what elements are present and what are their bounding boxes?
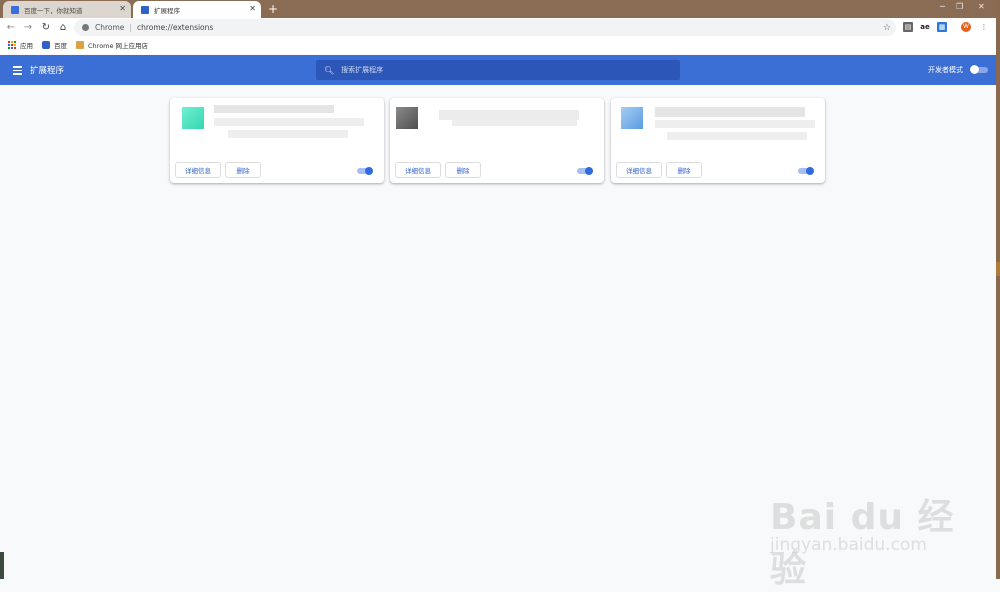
- site-info-icon[interactable]: [82, 24, 89, 31]
- desktop-edge-mark: [996, 262, 1000, 276]
- desktop-background-strip: [996, 0, 1000, 579]
- menu-kebab-icon[interactable]: ⋮: [979, 22, 989, 32]
- bookmark-label: 应用: [20, 42, 33, 50]
- tab-strip: 百度一下，你就知道 ✕ 扩展程序 ✕ + ─ ❐ ✕: [0, 0, 996, 18]
- dev-mode-toggle[interactable]: [970, 65, 988, 74]
- restore-icon[interactable]: ❐: [956, 2, 963, 11]
- remove-button[interactable]: 删除: [225, 162, 261, 178]
- site-label: Chrome: [95, 23, 125, 32]
- forward-icon[interactable]: →: [22, 21, 34, 34]
- tab-label: 百度一下，你就知道: [24, 6, 83, 15]
- search-placeholder: 搜索扩展程序: [341, 66, 384, 74]
- extension-card: 详细信息 删除: [170, 98, 384, 183]
- tab-baidu[interactable]: 百度一下，你就知道 ✕: [3, 1, 131, 18]
- extension-desc-blurred: [655, 120, 815, 128]
- extension-icon: [182, 107, 204, 129]
- page-title: 扩展程序: [30, 66, 65, 76]
- hamburger-menu-icon[interactable]: [13, 66, 22, 77]
- extension-icon: [621, 107, 643, 129]
- details-button[interactable]: 详细信息: [395, 162, 441, 178]
- close-icon[interactable]: ✕: [119, 4, 126, 13]
- close-icon[interactable]: ✕: [249, 4, 256, 13]
- url-text[interactable]: chrome://extensions: [137, 23, 213, 32]
- details-button[interactable]: 详细信息: [175, 162, 221, 178]
- extension-desc-blurred: [452, 120, 577, 126]
- bookmark-apps[interactable]: 应用: [8, 40, 33, 50]
- search-icon: 🔍︎: [324, 65, 335, 75]
- extension-desc-blurred: [214, 118, 364, 126]
- bookmark-label: Chrome 网上应用店: [88, 42, 149, 50]
- address-separator: |: [129, 23, 132, 32]
- minimize-icon[interactable]: ─: [940, 2, 945, 11]
- bookmark-label: 百度: [54, 42, 67, 50]
- home-icon[interactable]: ⌂: [57, 21, 69, 34]
- toggle-knob: [585, 167, 593, 175]
- extension-desc-blurred: [228, 130, 348, 138]
- extension-card: 详细信息 删除: [390, 98, 604, 183]
- extension-icon[interactable]: ▦: [937, 22, 947, 32]
- extension-icon[interactable]: ae: [920, 22, 930, 32]
- new-tab-button[interactable]: +: [266, 1, 280, 17]
- close-window-icon[interactable]: ✕: [978, 2, 985, 11]
- tab-extensions[interactable]: 扩展程序 ✕: [133, 1, 261, 18]
- bookmarks-bar: 应用 百度 Chrome 网上应用店: [0, 37, 996, 54]
- tab-label: 扩展程序: [154, 6, 180, 15]
- webstore-icon: [76, 41, 84, 49]
- back-icon[interactable]: ←: [5, 21, 17, 34]
- screen-edge-decoration: [0, 552, 4, 579]
- enable-toggle[interactable]: [577, 167, 593, 175]
- bookmark-webstore[interactable]: Chrome 网上应用店: [76, 40, 148, 50]
- enable-toggle[interactable]: [798, 167, 814, 175]
- apps-grid-icon: [8, 41, 16, 49]
- address-bar[interactable]: Chrome | chrome://extensions ☆: [74, 19, 896, 36]
- extensions-header: 扩展程序 🔍︎ 搜索扩展程序 开发者模式: [0, 55, 996, 85]
- toggle-knob: [365, 167, 373, 175]
- extension-icon[interactable]: ▤: [903, 22, 913, 32]
- extension-name-blurred: [439, 110, 579, 120]
- search-input[interactable]: 🔍︎ 搜索扩展程序: [316, 60, 680, 80]
- enable-toggle[interactable]: [357, 167, 373, 175]
- baidu-paw-icon: [42, 41, 50, 49]
- toggle-knob: [806, 167, 814, 175]
- avatar[interactable]: W: [961, 22, 971, 32]
- browser-window: 百度一下，你就知道 ✕ 扩展程序 ✕ + ─ ❐ ✕ ← → ↻ ⌂ Chrom…: [0, 0, 996, 590]
- extension-name-blurred: [214, 105, 334, 113]
- extension-desc-blurred: [667, 132, 807, 140]
- remove-button[interactable]: 删除: [445, 162, 481, 178]
- toggle-knob: [970, 65, 979, 74]
- baidu-paw-icon: [11, 5, 19, 14]
- reload-icon[interactable]: ↻: [40, 21, 52, 34]
- toolbar: ← → ↻ ⌂ Chrome | chrome://extensions ☆ ▤…: [0, 18, 996, 37]
- extension-card: 详细信息 删除: [611, 98, 825, 183]
- extension-name-blurred: [655, 107, 805, 117]
- puzzle-icon: [141, 5, 149, 14]
- remove-button[interactable]: 删除: [666, 162, 702, 178]
- bookmark-star-icon[interactable]: ☆: [883, 23, 891, 33]
- details-button[interactable]: 详细信息: [616, 162, 662, 178]
- bookmark-baidu[interactable]: 百度: [42, 40, 67, 50]
- watermark-url: jingyan.baidu.com: [770, 535, 927, 555]
- extension-icon: [396, 107, 418, 129]
- dev-mode-label: 开发者模式: [928, 66, 963, 74]
- baidu-jingyan-watermark: Bai du 经验 jingyan.baidu.com: [770, 470, 985, 590]
